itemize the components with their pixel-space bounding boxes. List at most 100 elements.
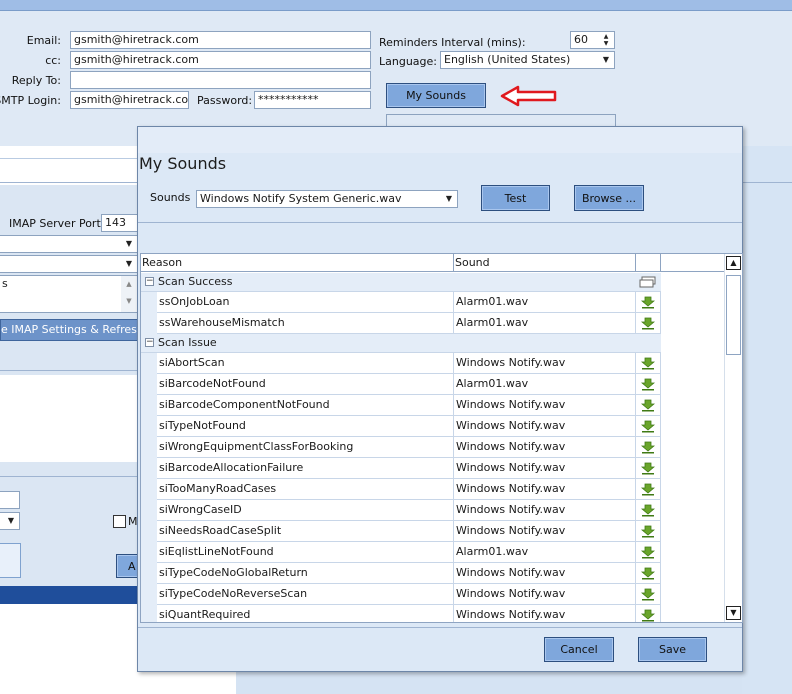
download-icon[interactable] [641, 296, 655, 309]
reply-to-field[interactable] [70, 71, 371, 89]
reason-cell[interactable]: siTypeCodeNoGlobalReturn [157, 563, 454, 584]
sound-cell[interactable]: Windows Notify.wav [454, 416, 636, 437]
sound-cell[interactable]: Alarm01.wav [454, 313, 636, 334]
chevron-down-icon[interactable]: ▼ [441, 191, 457, 207]
imap-select[interactable]: ▼ [0, 235, 138, 253]
browse-button[interactable]: Browse ... [574, 185, 644, 211]
chevron-down-icon[interactable]: ▼ [121, 236, 137, 252]
table-row[interactable]: siTooManyRoadCases Windows Notify.wav [141, 479, 661, 500]
download-icon[interactable] [641, 525, 655, 538]
group-row[interactable]: − Scan Issue [141, 334, 661, 353]
table-row[interactable]: siWrongEquipmentClassForBooking Windows N… [141, 437, 661, 458]
download-icon[interactable] [641, 399, 655, 412]
reminders-interval-spinner[interactable]: 60 ▲ ▼ [570, 31, 615, 49]
reason-cell[interactable]: siWrongEquipmentClassForBooking [157, 437, 454, 458]
table-row[interactable]: siQuantRequired Windows Notify.wav [141, 605, 661, 622]
download-icon[interactable] [641, 567, 655, 580]
download-icon[interactable] [641, 483, 655, 496]
table-row[interactable]: ssWarehouseMismatch Alarm01.wav [141, 313, 661, 334]
smtp-login-field[interactable]: gsmith@hiretrack.com [70, 91, 189, 109]
table-row[interactable]: siBarcodeAllocationFailure Windows Notify… [141, 458, 661, 479]
scroll-down-icon[interactable]: ▼ [726, 606, 741, 620]
sound-cell[interactable]: Alarm01.wav [454, 374, 636, 395]
download-icon[interactable] [641, 609, 655, 622]
collapse-icon[interactable]: − [145, 277, 154, 286]
sound-cell[interactable]: Windows Notify.wav [454, 521, 636, 542]
save-imap-settings-refresh-button[interactable]: e IMAP Settings & Refresh A [0, 319, 140, 341]
row-indent [141, 563, 157, 584]
sounds-select[interactable]: Windows Notify System Generic.wav ▼ [196, 190, 458, 208]
sound-cell[interactable]: Windows Notify.wav [454, 395, 636, 416]
sound-cell[interactable]: Alarm01.wav [454, 542, 636, 563]
collapse-icon[interactable]: − [145, 338, 154, 347]
reason-cell[interactable]: siTypeNotFound [157, 416, 454, 437]
download-icon[interactable] [641, 378, 655, 391]
download-icon[interactable] [641, 441, 655, 454]
reason-cell[interactable]: siTypeCodeNoReverseScan [157, 584, 454, 605]
language-select[interactable]: English (United States) ▼ [440, 51, 615, 69]
sound-cell[interactable]: Windows Notify.wav [454, 479, 636, 500]
scroll-up-icon[interactable]: ▲ [726, 256, 741, 270]
reason-cell[interactable]: siBarcodeAllocationFailure [157, 458, 454, 479]
reason-cell[interactable]: ssWarehouseMismatch [157, 313, 454, 334]
chevron-down-icon[interactable]: ▼ [121, 256, 137, 272]
save-button[interactable]: Save [638, 637, 707, 662]
password-field[interactable]: *********** [254, 91, 371, 109]
reason-cell[interactable]: siQuantRequired [157, 605, 454, 622]
reason-cell[interactable]: siEqlistLineNotFound [157, 542, 454, 563]
table-row[interactable]: siWrongCaseID Windows Notify.wav [141, 500, 661, 521]
table-row[interactable]: siTypeNotFound Windows Notify.wav [141, 416, 661, 437]
vertical-scrollbar[interactable]: ▲ ▼ [724, 254, 742, 622]
cancel-button[interactable]: Cancel [544, 637, 614, 662]
sound-cell[interactable]: Windows Notify.wav [454, 584, 636, 605]
table-row[interactable]: siTypeCodeNoGlobalReturn Windows Notify.w… [141, 563, 661, 584]
my-sounds-button[interactable]: My Sounds [386, 83, 486, 108]
email-field[interactable]: gsmith@hiretrack.com [70, 31, 371, 49]
reason-cell[interactable]: siWrongCaseID [157, 500, 454, 521]
download-icon[interactable] [641, 588, 655, 601]
cc-field[interactable]: gsmith@hiretrack.com [70, 51, 371, 69]
download-icon[interactable] [641, 317, 655, 330]
scroll-thumb[interactable] [726, 275, 741, 355]
sound-cell[interactable]: Windows Notify.wav [454, 500, 636, 521]
download-icon[interactable] [641, 504, 655, 517]
download-icon[interactable] [641, 546, 655, 559]
table-row[interactable]: siTypeCodeNoReverseScan Windows Notify.wa… [141, 584, 661, 605]
sound-cell[interactable]: Windows Notify.wav [454, 605, 636, 622]
reason-cell[interactable]: siNeedsRoadCaseSplit [157, 521, 454, 542]
reason-cell[interactable]: siAbortScan [157, 353, 454, 374]
background-select[interactable]: ▼ [0, 512, 20, 530]
imap-port-field[interactable]: 143 [101, 214, 139, 232]
scrollbar[interactable]: ▲ ▼ [121, 276, 137, 312]
table-row[interactable]: ssOnJobLoan Alarm01.wav [141, 292, 661, 313]
column-header-reason[interactable]: Reason [141, 254, 454, 272]
group-row[interactable]: − Scan Success [141, 273, 661, 292]
row-indent [141, 500, 157, 521]
download-icon[interactable] [641, 420, 655, 433]
column-header-sound[interactable]: Sound [454, 254, 636, 272]
table-row[interactable]: siNeedsRoadCaseSplit Windows Notify.wav [141, 521, 661, 542]
chevron-down-icon[interactable]: ▼ [3, 513, 19, 529]
table-row[interactable]: siEqlistLineNotFound Alarm01.wav [141, 542, 661, 563]
download-icon[interactable] [641, 462, 655, 475]
chevron-down-icon[interactable]: ▼ [598, 52, 614, 68]
table-row[interactable]: siBarcodeNotFound Alarm01.wav [141, 374, 661, 395]
reason-cell[interactable]: siBarcodeNotFound [157, 374, 454, 395]
table-row[interactable]: siBarcodeComponentNotFound Windows Notify… [141, 395, 661, 416]
reason-cell[interactable]: siBarcodeComponentNotFound [157, 395, 454, 416]
reason-cell[interactable]: siTooManyRoadCases [157, 479, 454, 500]
table-row[interactable]: siAbortScan Windows Notify.wav [141, 353, 661, 374]
test-button[interactable]: Test [481, 185, 550, 211]
spinner-arrows-icon[interactable]: ▲ ▼ [598, 32, 614, 48]
sound-cell[interactable]: Windows Notify.wav [454, 458, 636, 479]
imap-list[interactable]: s ▲ ▼ [0, 275, 138, 313]
sound-cell[interactable]: Alarm01.wav [454, 292, 636, 313]
sound-cell[interactable]: Windows Notify.wav [454, 437, 636, 458]
download-icon[interactable] [641, 357, 655, 370]
background-field[interactable] [0, 491, 20, 509]
sound-cell[interactable]: Windows Notify.wav [454, 563, 636, 584]
sound-cell[interactable]: Windows Notify.wav [454, 353, 636, 374]
imap-select-2[interactable]: ▼ [0, 255, 138, 273]
reason-cell[interactable]: ssOnJobLoan [157, 292, 454, 313]
background-checkbox[interactable] [113, 515, 126, 528]
